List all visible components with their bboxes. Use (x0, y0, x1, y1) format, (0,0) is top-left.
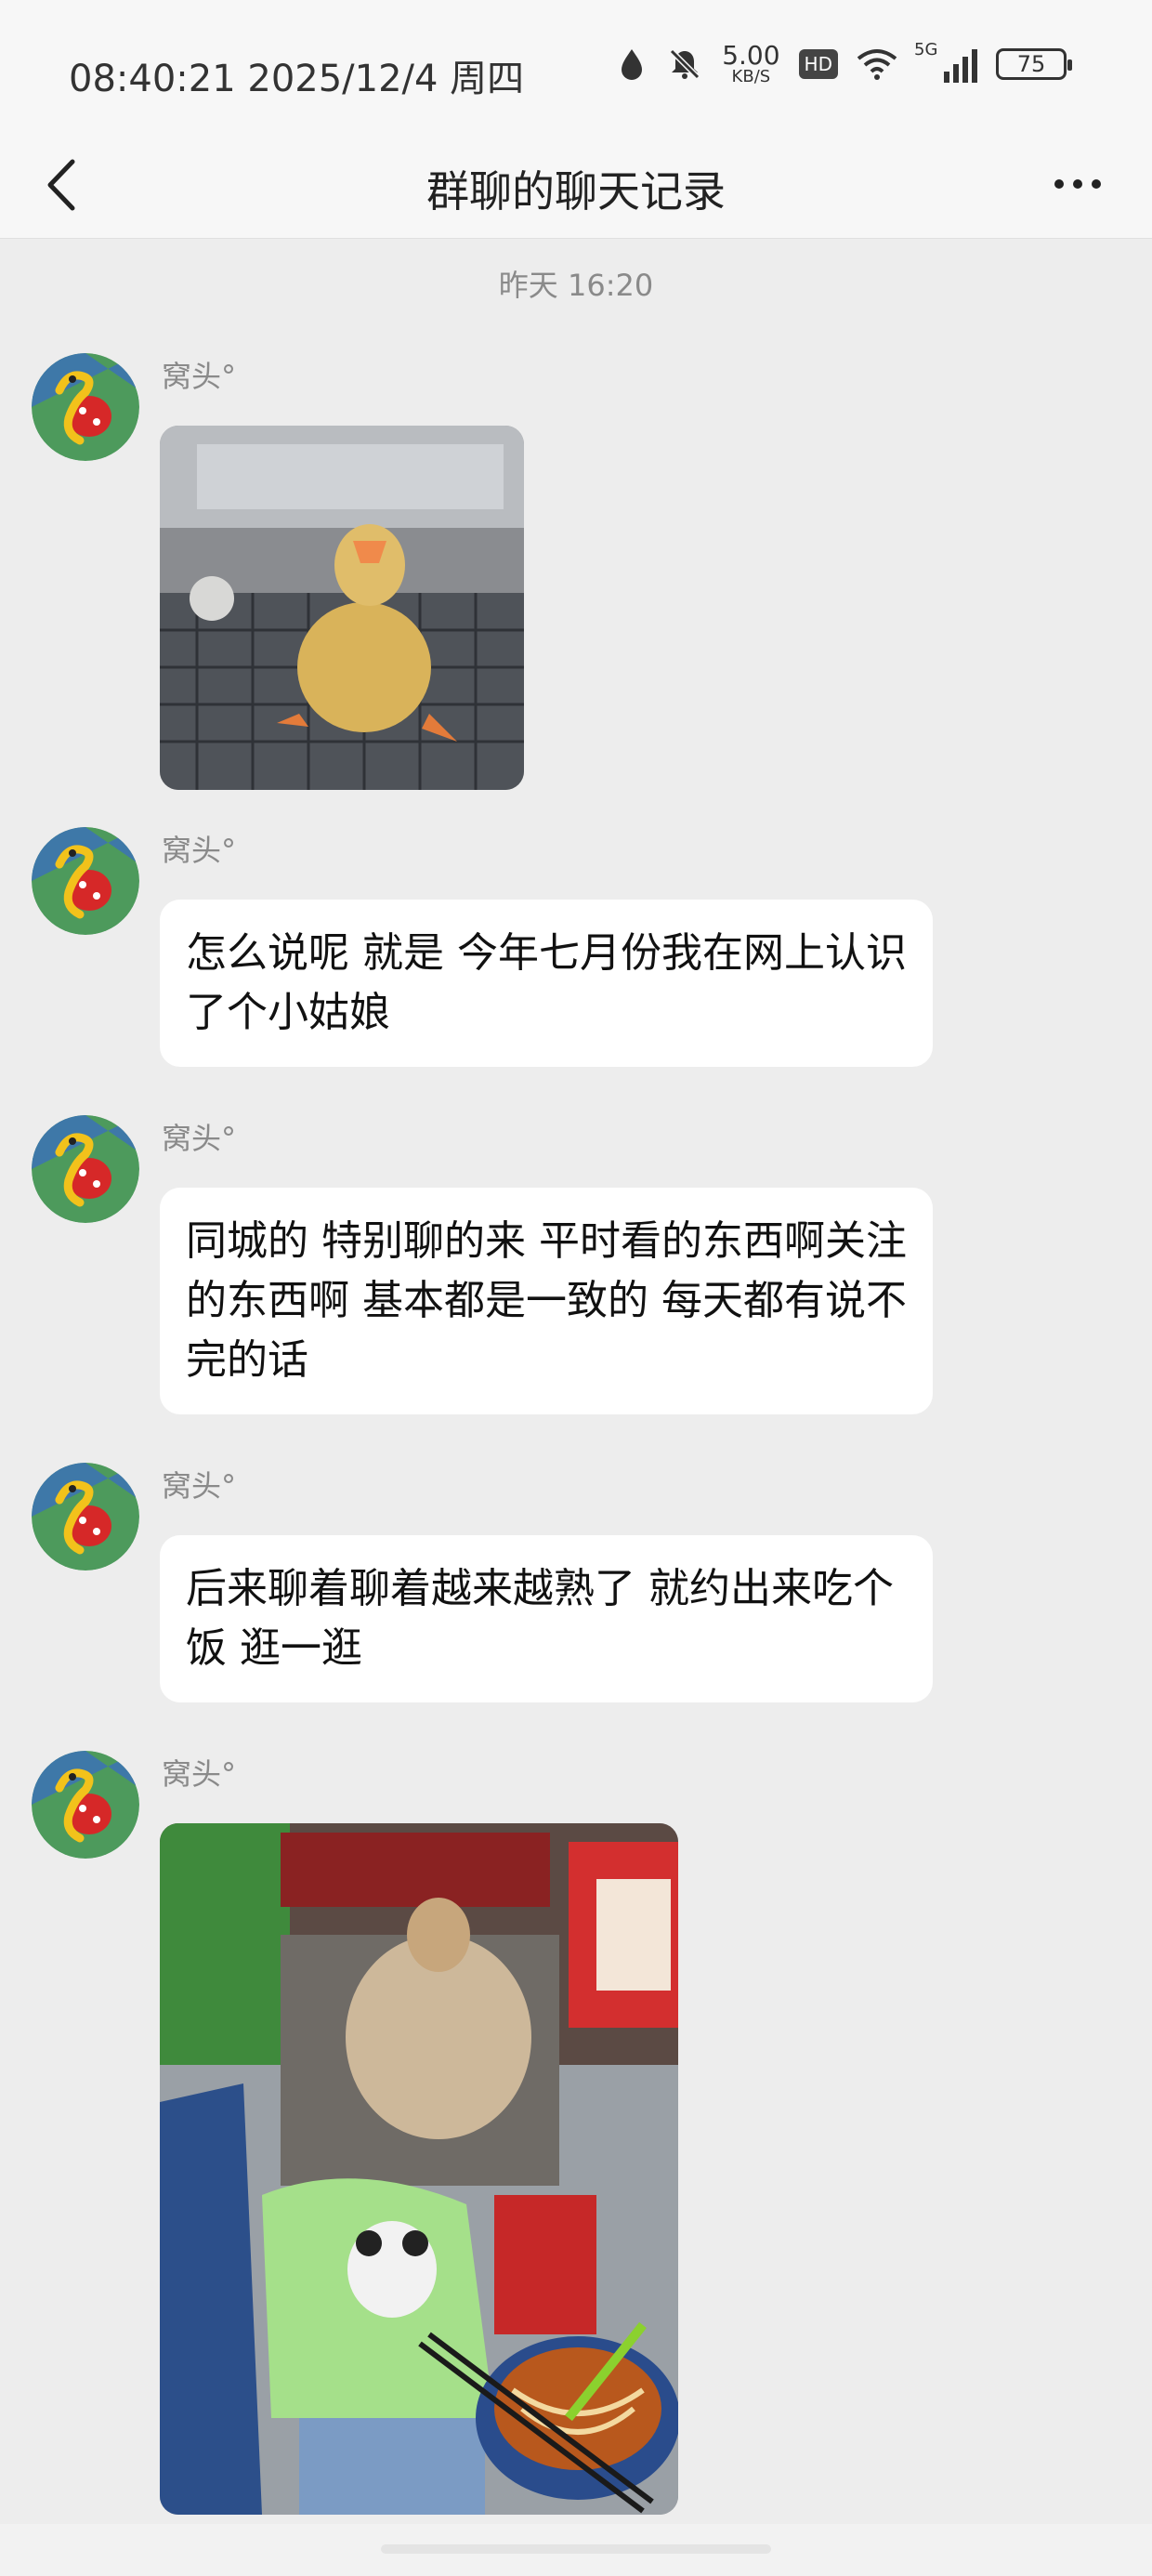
bottom-bar (0, 2524, 1152, 2576)
status-bar: 08:40:21 2025/12/4 周四 5.00 KB/S HD 5G 75 (0, 0, 1152, 130)
more-dot (1054, 179, 1064, 189)
avatar[interactable] (32, 1115, 139, 1223)
avatar[interactable] (32, 827, 139, 935)
water-drop-icon (622, 49, 643, 80)
hd-badge: HD (798, 49, 838, 79)
status-icons: 5.00 KB/S HD 5G 75 (616, 40, 1072, 85)
chat-history[interactable]: 昨天 16:20 窝头° 窝头° 怎么说呢 就是 今年七月份我在网上认识了个小姑… (0, 238, 1152, 2524)
avatar-image (32, 1115, 139, 1223)
status-time: 08:40:21 2025/12/4 周四 (69, 58, 525, 100)
net-speed-unit: KB/S (731, 67, 771, 86)
sender-name: 窝头° (162, 1756, 237, 1792)
wifi-icon (857, 49, 897, 80)
text-bubble[interactable]: 怎么说呢 就是 今年七月份我在网上认识了个小姑娘 (160, 900, 933, 1067)
net-speed: 5.00 KB/S (722, 43, 779, 85)
avatar[interactable] (32, 353, 139, 461)
home-indicator[interactable] (381, 2544, 771, 2554)
page-title: 群聊的聊天记录 (426, 166, 726, 217)
nav-bar: 群聊的聊天记录 (0, 130, 1152, 239)
signal-bar (944, 72, 949, 83)
restaurant-image (160, 1823, 678, 2515)
sender-name: 窝头° (162, 1121, 237, 1156)
sender-name: 窝头° (162, 833, 237, 868)
avatar-image (32, 1751, 139, 1859)
avatar-image (32, 1463, 139, 1571)
more-button[interactable] (1041, 156, 1115, 212)
cell-signal: 5G (914, 40, 977, 83)
signal-bar (962, 57, 968, 83)
more-dot (1073, 179, 1082, 189)
image-message[interactable] (160, 1823, 678, 2515)
duckling-image (160, 426, 524, 790)
signal-label: 5G (914, 40, 938, 59)
net-speed-value: 5.00 (722, 40, 780, 71)
chat-timestamp: 昨天 16:20 (498, 268, 654, 303)
avatar[interactable] (32, 1463, 139, 1571)
text-bubble[interactable]: 后来聊着聊着越来越熟了 就约出来吃个饭 逛一逛 (160, 1535, 933, 1702)
avatar-image (32, 827, 139, 935)
text-bubble[interactable]: 同城的 特别聊的来 平时看的东西啊关注的东西啊 基本都是一致的 每天都有说不完的… (160, 1188, 933, 1414)
battery-level: 75 (1016, 51, 1046, 77)
avatar-image (32, 353, 139, 461)
image-message[interactable] (160, 426, 524, 790)
signal-bar (972, 49, 977, 83)
battery-indicator: 75 (996, 48, 1072, 80)
mute-bell-icon (670, 48, 700, 80)
signal-bar (953, 64, 959, 83)
sender-name: 窝头° (162, 1468, 237, 1504)
avatar[interactable] (32, 1751, 139, 1859)
sender-name: 窝头° (162, 359, 237, 394)
more-dot (1092, 179, 1101, 189)
